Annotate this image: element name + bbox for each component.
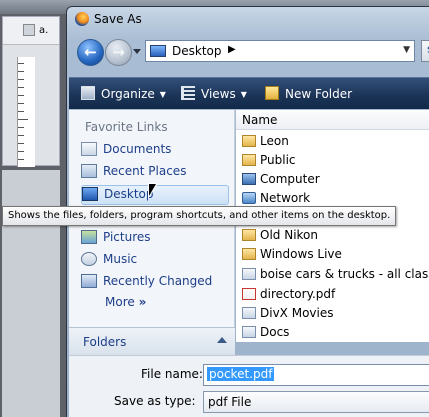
pictures-icon: [81, 230, 97, 244]
favorite-link-label: Recent Places: [103, 164, 187, 178]
file-name: Leon: [260, 134, 289, 148]
favorite-links-heading: Favorite Links: [85, 120, 168, 134]
folder-icon: [242, 229, 256, 241]
vertical-ruler: [17, 57, 35, 167]
favorite-link-pictures[interactable]: Pictures: [81, 230, 229, 248]
save-options-panel: File name: pocket.pdf Save as type: pdf …: [69, 355, 429, 417]
folders-toggle[interactable]: Folders: [69, 327, 235, 355]
mouse-cursor-icon: [148, 183, 158, 199]
computer-icon: [242, 173, 256, 185]
desktop-tooltip: Shows the files, folders, program shortc…: [2, 206, 397, 226]
file-name: Network: [260, 191, 311, 205]
file-name: Old Nikon: [260, 228, 318, 242]
favorite-link-documents[interactable]: Documents: [81, 142, 229, 160]
back-arrow-icon: ←: [84, 43, 97, 61]
command-toolbar: Organize ▼ Views ▼ New Folder: [69, 77, 429, 109]
file-list: Name Leon Public Computer Network Old Ni…: [236, 110, 429, 342]
name-column-header[interactable]: Name: [236, 110, 429, 130]
breadcrumb-chevron-icon[interactable]: ▶: [228, 44, 236, 55]
folder-icon: [242, 248, 256, 260]
file-name-input[interactable]: pocket.pdf: [203, 364, 429, 386]
views-dropdown-icon: ▼: [240, 90, 247, 99]
background-document-header: a.: [3, 17, 59, 45]
file-name: directory.pdf: [260, 287, 336, 301]
file-item[interactable]: Leon: [242, 134, 429, 152]
favorite-link-label: Pictures: [103, 230, 151, 244]
address-dropdown-icon[interactable]: ▼: [403, 45, 410, 55]
views-button[interactable]: Views ▼: [181, 86, 247, 101]
firefox-icon: [75, 12, 89, 26]
file-item[interactable]: Old Nikon: [242, 228, 429, 246]
favorite-link-music[interactable]: Music: [81, 252, 229, 270]
favorite-link-label: Documents: [103, 142, 172, 156]
file-item[interactable]: directory.pdf: [242, 287, 429, 305]
back-button[interactable]: ←: [77, 39, 104, 66]
desktop-icon: [82, 187, 98, 201]
new-folder-button[interactable]: New Folder: [265, 86, 352, 101]
folder-icon: [242, 154, 256, 166]
music-icon: [81, 252, 97, 266]
favorite-link-label: Music: [103, 252, 138, 266]
favorite-link-label: Desktop: [104, 187, 154, 201]
recently-changed-icon: [81, 274, 97, 288]
views-label: Views: [201, 87, 236, 101]
file-item[interactable]: Computer: [242, 172, 429, 190]
views-icon: [181, 86, 195, 100]
favorite-link-recent-places[interactable]: Recent Places: [81, 164, 229, 182]
file-name-label: File name:: [141, 367, 203, 381]
file-name: boise cars & trucks - all classifie: [260, 267, 429, 281]
navigation-pane: Favorite Links Documents Recent Places D…: [69, 110, 235, 345]
more-label: More: [105, 295, 135, 309]
address-location[interactable]: Desktop: [172, 44, 222, 58]
documents-icon: [81, 142, 97, 156]
folders-label: Folders: [83, 335, 127, 349]
background-document-panel: a.: [2, 16, 60, 167]
favorite-link-recently-changed[interactable]: Recently Changed: [81, 274, 229, 292]
dialog-title: Save As: [94, 12, 142, 26]
organize-dropdown-icon: ▼: [159, 90, 166, 99]
file-name: Public: [260, 153, 296, 167]
forward-arrow-icon: →: [112, 43, 125, 61]
shortcut-icon: [242, 268, 256, 280]
file-name: Windows Live: [260, 247, 342, 261]
file-item[interactable]: Public: [242, 153, 429, 171]
desktop-location-icon: [150, 45, 166, 57]
shortcut-icon: [242, 307, 256, 319]
shortcut-icon: [242, 326, 256, 338]
organize-icon: [81, 86, 95, 100]
favorite-link-label: Recently Changed: [103, 274, 213, 288]
file-item[interactable]: Docs: [242, 325, 429, 343]
file-item[interactable]: DivX Movies: [242, 306, 429, 324]
save-as-type-label: Save as type:: [114, 394, 196, 408]
pdf-icon: [242, 288, 256, 300]
address-bar[interactable]: Desktop ▶ ▼: [145, 40, 415, 62]
background-tab-label: a.: [39, 25, 49, 36]
chevron-up-icon: [217, 337, 227, 343]
double-chevron-icon: »: [138, 295, 147, 309]
refresh-button[interactable]: ⇆: [421, 40, 429, 62]
recent-places-icon: [81, 164, 97, 178]
folder-icon: [242, 135, 256, 147]
organize-button[interactable]: Organize ▼: [81, 86, 166, 101]
column-header-label: Name: [242, 113, 278, 127]
forward-button[interactable]: →: [105, 39, 132, 66]
file-name: Computer: [260, 172, 320, 186]
address-bar-row: ← → Desktop ▶ ▼ ⇆: [73, 37, 429, 71]
save-as-type-select[interactable]: pdf File: [203, 391, 429, 413]
new-folder-label: New Folder: [285, 87, 353, 101]
more-links-button[interactable]: More »: [105, 295, 146, 309]
network-icon: [242, 192, 256, 204]
file-name: Docs: [260, 325, 290, 339]
file-name-value[interactable]: pocket.pdf: [207, 367, 275, 381]
save-as-type-value: pdf File: [208, 395, 252, 409]
new-folder-icon: [265, 86, 279, 100]
file-item[interactable]: boise cars & trucks - all classifie: [242, 267, 429, 285]
file-name: DivX Movies: [260, 306, 334, 320]
title-bar[interactable]: Save As: [67, 7, 429, 31]
organize-label: Organize: [101, 87, 155, 101]
file-item[interactable]: Windows Live: [242, 247, 429, 265]
recent-pages-dropdown-icon[interactable]: [133, 49, 141, 54]
document-icon: [23, 24, 35, 36]
